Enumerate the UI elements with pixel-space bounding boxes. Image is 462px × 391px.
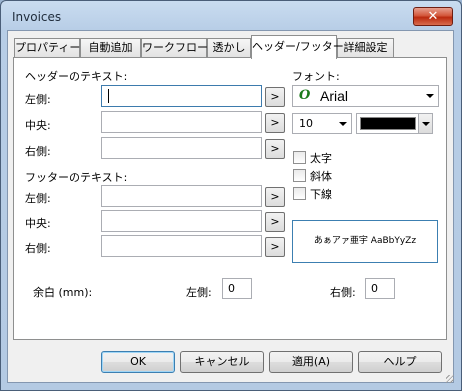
cancel-button[interactable]: キャンセル [180,351,264,373]
footer-text-label: フッターのテキスト: [25,171,128,184]
header-right-insert-button[interactable]: > [265,139,285,159]
italic-label: 斜体 [310,170,332,183]
chevron-down-icon [422,121,430,126]
font-color-select[interactable] [356,113,433,134]
footer-left-label: 左側: [25,192,51,205]
font-size-value: 10 [299,117,313,130]
tab-header-footer[interactable]: ヘッダー/フッター [251,35,344,59]
tab-watermark[interactable]: 透かし [207,38,251,57]
footer-right-insert-button[interactable]: > [265,237,285,257]
font-family-value: Arial [320,88,349,104]
margin-left-label: 左側: [186,286,212,299]
apply-button[interactable]: 適用(A) [269,351,353,373]
tab-advanced[interactable]: 詳細設定 [337,38,394,57]
header-right-input[interactable] [101,137,262,159]
footer-right-label: 右側: [25,242,51,255]
font-family-select[interactable]: O Arial [292,85,439,107]
chevron-down-icon [426,94,434,98]
text-caret [108,89,109,103]
window-title: Invoices [12,10,62,24]
bold-checkbox[interactable] [293,151,306,164]
tab-properties[interactable]: プロパティー [14,38,80,57]
font-size-select[interactable]: 10 [292,113,352,134]
header-center-input[interactable] [101,111,262,133]
font-label: フォント: [292,70,340,83]
color-dropdown-button[interactable] [418,114,432,133]
footer-center-input[interactable] [101,210,262,232]
header-left-insert-button[interactable]: > [265,87,285,107]
footer-center-insert-button[interactable]: > [265,212,285,232]
header-left-label: 左側: [25,93,51,106]
footer-center-label: 中央: [25,217,51,230]
header-center-label: 中央: [25,119,51,132]
tab-workflow[interactable]: ワークフロー [141,38,208,57]
font-preview-text: あぁアァ亜宇 AaBbYyZz [313,236,417,246]
help-button[interactable]: ヘルプ [358,351,442,373]
header-left-input[interactable] [101,85,262,107]
chevron-down-icon [339,121,347,126]
footer-left-input[interactable] [101,185,262,207]
italic-checkbox[interactable] [293,169,306,182]
footer-right-input[interactable] [101,235,262,257]
ok-button[interactable]: OK [101,351,175,373]
close-button[interactable]: ✕ [413,7,453,26]
header-text-label: ヘッダーのテキスト: [25,70,128,83]
footer-left-insert-button[interactable]: > [265,187,285,207]
resize-grip-icon[interactable] [446,375,454,383]
margin-left-input[interactable]: 0 [222,278,252,299]
opentype-font-icon: O [299,88,311,103]
header-center-insert-button[interactable]: > [265,113,285,133]
underline-label: 下線 [310,188,332,201]
tab-auto-add[interactable]: 自動追加 [80,38,141,57]
color-swatch [360,117,416,130]
font-preview-box: あぁアァ亜宇 AaBbYyZz [292,220,438,263]
margin-right-input[interactable]: 0 [365,278,395,299]
margin-label: 余白 (mm): [33,286,93,299]
underline-checkbox[interactable] [293,187,306,200]
header-right-label: 右側: [25,145,51,158]
margin-right-label: 右側: [330,286,356,299]
bold-label: 太字 [310,152,332,165]
